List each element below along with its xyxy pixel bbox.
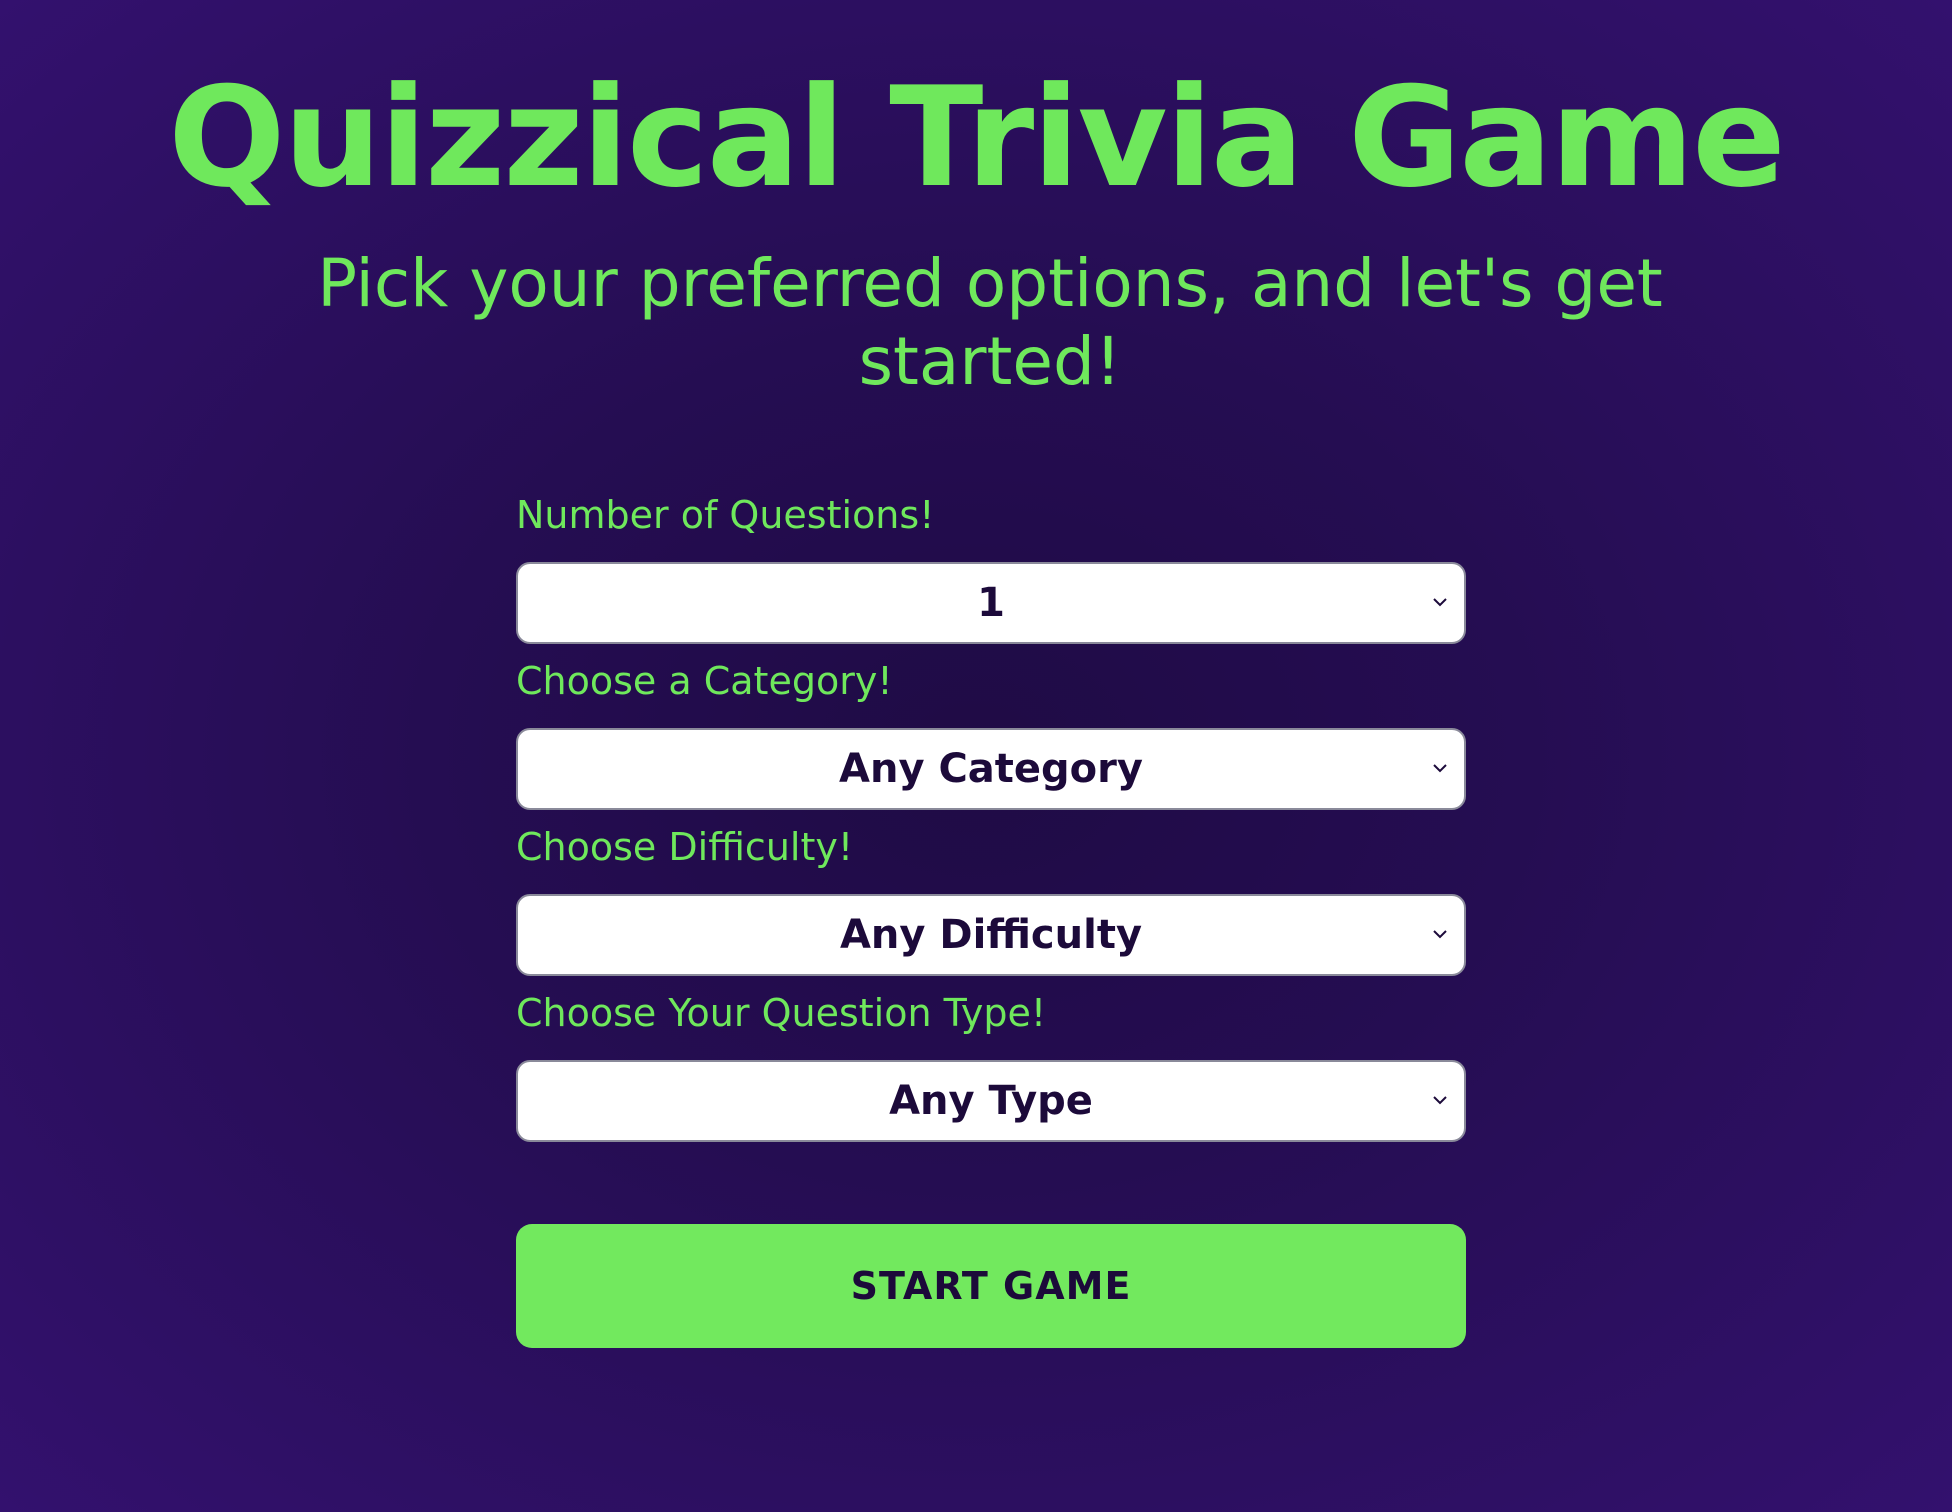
start-game-button[interactable]: START GAME — [516, 1224, 1466, 1348]
page-title: Quizzical Trivia Game — [168, 57, 1786, 218]
category-label: Choose a Category! — [516, 659, 893, 703]
options-form: Number of Questions! 1 Choose a Category… — [516, 486, 1466, 1150]
chevron-down-icon — [1433, 764, 1447, 773]
difficulty-select[interactable]: Any Difficulty — [516, 894, 1466, 976]
category-select-value: Any Category — [839, 746, 1143, 792]
chevron-down-icon — [1433, 598, 1447, 607]
chevron-down-icon — [1433, 1096, 1447, 1105]
page-subtitle: Pick your preferred options, and let's g… — [317, 245, 1663, 400]
questions-select[interactable]: 1 — [516, 562, 1466, 644]
type-select[interactable]: Any Type — [516, 1060, 1466, 1142]
questions-label: Number of Questions! — [516, 493, 935, 537]
category-select[interactable]: Any Category — [516, 728, 1466, 810]
questions-select-value: 1 — [977, 580, 1005, 626]
type-select-value: Any Type — [889, 1078, 1093, 1124]
difficulty-select-value: Any Difficulty — [839, 912, 1143, 958]
difficulty-label: Choose Difficulty! — [516, 825, 854, 869]
chevron-down-icon — [1433, 930, 1447, 939]
type-label: Choose Your Question Type! — [516, 991, 1047, 1035]
